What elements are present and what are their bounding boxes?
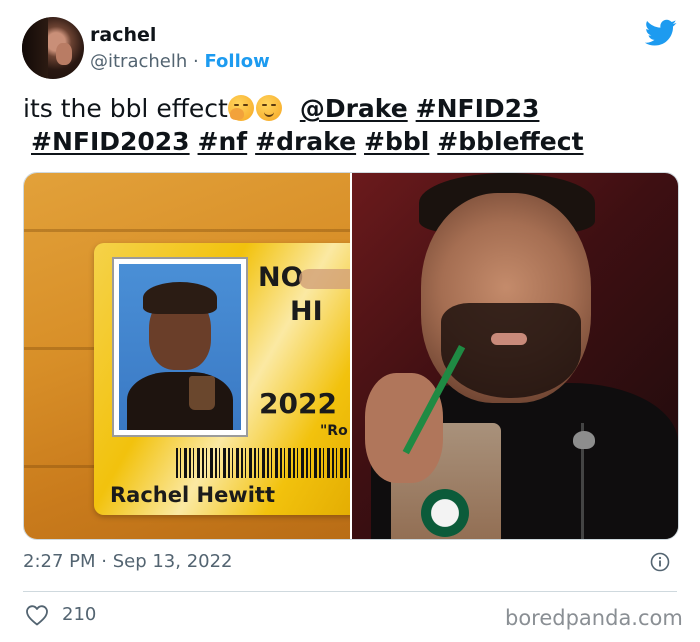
owl-logo xyxy=(573,431,595,449)
avatar-hand xyxy=(56,43,72,65)
twitter-bird-icon[interactable] xyxy=(645,19,677,47)
starbucks-logo xyxy=(421,489,469,537)
hashtag-link[interactable]: #NFID2023 xyxy=(31,127,190,156)
id-card-quote: "Ro xyxy=(320,423,348,439)
footer-divider xyxy=(23,591,677,592)
id-card-year: 2022 xyxy=(259,387,337,420)
hashtag-link[interactable]: #bbl xyxy=(364,127,429,156)
avatar[interactable] xyxy=(22,17,84,79)
drake-photo[interactable] xyxy=(351,173,678,539)
hashtag-link[interactable]: #nf xyxy=(198,127,248,156)
hashtag-link[interactable]: #NFID23 xyxy=(416,94,540,123)
tweet-text-lead: its the bbl effect xyxy=(23,94,228,123)
drake-hand xyxy=(365,373,443,483)
like-count[interactable]: 210 xyxy=(62,604,96,625)
tweet-media[interactable]: NO HI 2022 "Ro Rachel Hewitt xyxy=(23,172,679,540)
tweet-text: its the bbl effect @Drake #NFID23 #NFID2… xyxy=(23,92,683,158)
media-divider xyxy=(350,173,352,539)
tweet-card: rachel @itrachelh · Follow its the bbl e… xyxy=(0,0,700,642)
barcode xyxy=(176,448,376,478)
heart-icon[interactable] xyxy=(25,604,49,626)
id-card-portrait xyxy=(112,257,248,437)
face-with-hand-over-mouth-emoji xyxy=(227,95,254,121)
id-card-school-line2: HI xyxy=(290,296,323,327)
handle-line: @itrachelh · Follow xyxy=(90,51,270,72)
hashtag-link[interactable]: #bbleffect xyxy=(437,127,583,156)
handle-separator: · xyxy=(193,51,199,72)
info-icon[interactable] xyxy=(650,552,670,572)
id-card-school-line1: NO xyxy=(258,262,304,293)
display-name[interactable]: rachel xyxy=(90,24,156,46)
watermark: boredpanda.com xyxy=(505,606,683,630)
user-handle[interactable]: @itrachelh xyxy=(90,51,187,72)
smirking-face-emoji xyxy=(255,95,282,121)
id-card-name: Rachel Hewitt xyxy=(110,483,275,507)
avatar-hair xyxy=(22,17,48,79)
student-id-card: NO HI 2022 "Ro Rachel Hewitt xyxy=(94,243,376,515)
follow-link[interactable]: Follow xyxy=(204,51,269,72)
hashtag-link[interactable]: #drake xyxy=(255,127,356,156)
tweet-timestamp[interactable]: 2:27 PM · Sep 13, 2022 xyxy=(23,551,233,572)
id-card-photo[interactable]: NO HI 2022 "Ro Rachel Hewitt xyxy=(24,173,376,539)
mention-link[interactable]: @Drake xyxy=(300,94,408,123)
